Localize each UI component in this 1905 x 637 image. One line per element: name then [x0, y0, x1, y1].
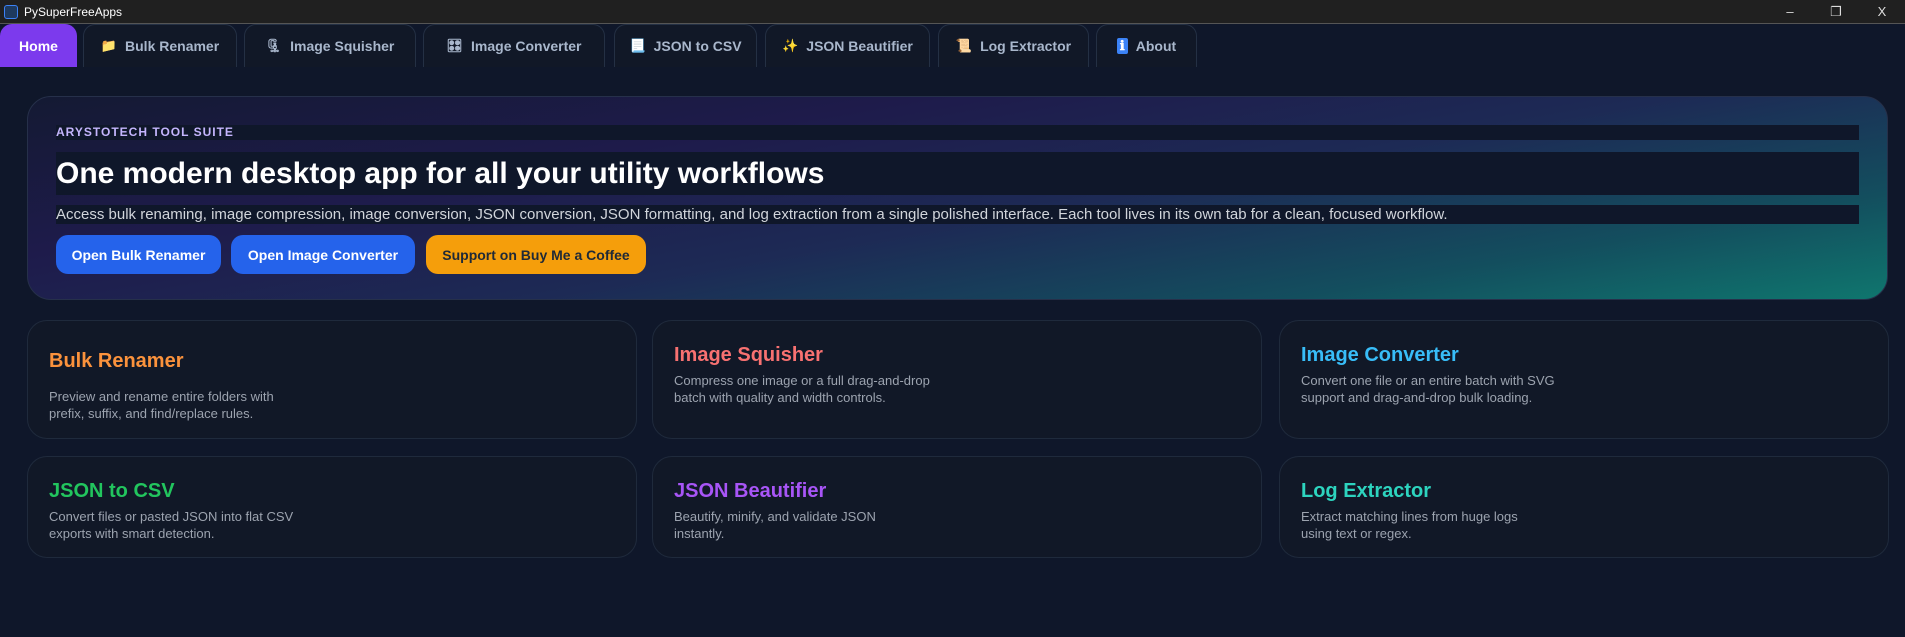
tab-bar: Home 📁 Bulk Renamer 🗜 Image Squisher 🎛 Imag…	[0, 24, 1905, 68]
card-description: Beautify, minify, and validate JSON inst…	[674, 509, 876, 541]
card-log-extractor[interactable]: Log Extractor Extract matching lines fro…	[1279, 456, 1889, 558]
tab-label: Log Extractor	[980, 38, 1072, 54]
control-knobs-icon: 🎛	[446, 38, 464, 53]
card-json-beautifier[interactable]: JSON Beautifier Beautify, minify, and va…	[652, 456, 1262, 558]
tab-image-squisher[interactable]: 🗜 Image Squisher	[244, 24, 416, 67]
card-description: Extract matching lines from huge logs us…	[1301, 509, 1518, 541]
card-title: Image Converter	[1301, 344, 1459, 366]
tab-about[interactable]: ℹ About	[1096, 24, 1197, 67]
app-icon	[4, 4, 18, 19]
close-button[interactable]: X	[1859, 4, 1905, 20]
tab-json-beautifier[interactable]: ✨ JSON Beautifier	[765, 24, 930, 67]
info-icon: ℹ	[1116, 38, 1128, 54]
card-title: JSON to CSV	[49, 480, 175, 502]
card-image-converter[interactable]: Image Converter Convert one file or an e…	[1279, 320, 1889, 439]
page-icon: 📃	[629, 38, 646, 53]
sparkles-icon: ✨	[782, 38, 799, 53]
tab-label: Home	[19, 38, 58, 54]
open-image-converter-button[interactable]: Open Image Converter	[231, 235, 415, 274]
hero-description: Access bulk renaming, image compression,…	[56, 205, 1859, 224]
title-bar: PySuperFreeApps – ❐ X	[0, 0, 1905, 24]
tab-label: About	[1135, 38, 1177, 54]
tab-home[interactable]: Home	[0, 24, 77, 67]
card-title: Bulk Renamer	[49, 350, 184, 372]
minimize-button[interactable]: –	[1767, 4, 1813, 20]
card-description: Compress one image or a full drag-and-dr…	[674, 373, 930, 405]
hero-banner: ARYSTOTECH TOOL SUITE One modern desktop…	[27, 96, 1888, 300]
folder-icon: 📁	[100, 38, 118, 53]
scroll-icon: 📜	[955, 38, 973, 53]
tab-label: Image Squisher	[290, 38, 395, 54]
hero-eyebrow: ARYSTOTECH TOOL SUITE	[56, 125, 1859, 140]
tab-bulk-renamer[interactable]: 📁 Bulk Renamer	[83, 24, 237, 67]
buy-me-a-coffee-button[interactable]: Support on Buy Me a Coffee	[426, 235, 646, 274]
open-bulk-renamer-button[interactable]: Open Bulk Renamer	[56, 235, 221, 274]
card-title: Image Squisher	[674, 344, 823, 366]
card-title: Log Extractor	[1301, 480, 1432, 502]
tab-log-extractor[interactable]: 📜 Log Extractor	[938, 24, 1089, 67]
tab-label: JSON to CSV	[653, 38, 742, 54]
card-title: JSON Beautifier	[674, 480, 827, 502]
card-json-to-csv[interactable]: JSON to CSV Convert files or pasted JSON…	[27, 456, 637, 558]
card-image-squisher[interactable]: Image Squisher Compress one image or a f…	[652, 320, 1262, 439]
card-description: Convert files or pasted JSON into flat C…	[49, 509, 294, 541]
tab-image-converter[interactable]: 🎛 Image Converter	[423, 24, 605, 67]
tab-label: JSON Beautifier	[806, 38, 913, 54]
card-bulk-renamer[interactable]: Bulk Renamer Preview and rename entire f…	[27, 320, 637, 439]
card-description: Convert one file or an entire batch with…	[1301, 373, 1555, 405]
maximize-button[interactable]: ❐	[1813, 4, 1859, 20]
tab-label: Bulk Renamer	[125, 38, 220, 54]
window-title: PySuperFreeApps	[24, 4, 123, 19]
tab-label: Image Converter	[471, 38, 582, 54]
tab-json-to-csv[interactable]: 📃 JSON to CSV	[614, 24, 757, 67]
clamp-icon: 🗜	[265, 38, 283, 53]
hero-title: One modern desktop app for all your util…	[56, 152, 1859, 195]
card-description: Preview and rename entire folders with p…	[49, 389, 274, 421]
